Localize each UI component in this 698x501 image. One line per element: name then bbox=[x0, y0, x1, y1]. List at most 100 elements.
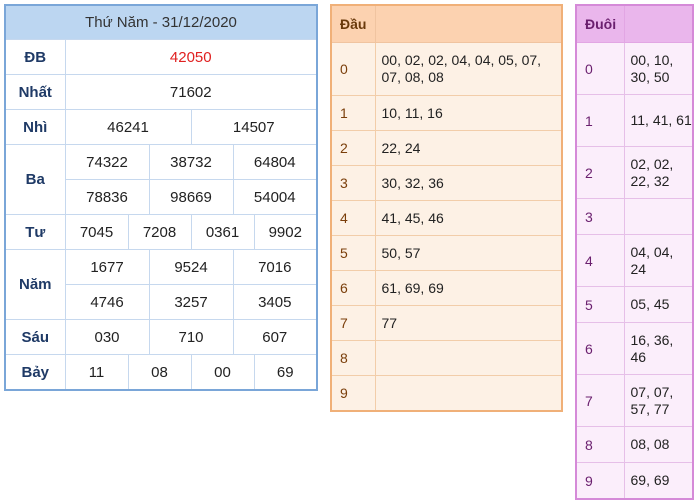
duoi-row: 9 69, 69 bbox=[575, 462, 694, 500]
prize-number: 54004 bbox=[232, 179, 318, 215]
dau-key: 2 bbox=[330, 130, 376, 166]
prize-label: Nhì bbox=[4, 109, 66, 145]
duoi-row: 8 08, 08 bbox=[575, 426, 694, 463]
prize-label: Sáu bbox=[4, 319, 66, 355]
dau-values: 30, 32, 36 bbox=[374, 165, 563, 201]
dau-key: 3 bbox=[330, 165, 376, 201]
duoi-values: 00, 10, 30, 50 bbox=[623, 42, 694, 95]
prize-number: 42050 bbox=[64, 39, 318, 75]
duoi-key: 4 bbox=[575, 234, 625, 287]
duoi-values: 07, 07, 57, 77 bbox=[623, 374, 694, 427]
dau-values bbox=[374, 340, 563, 376]
dau-key: 7 bbox=[330, 305, 376, 341]
dau-values: 10, 11, 16 bbox=[374, 95, 563, 131]
prize-number: 607 bbox=[232, 319, 318, 355]
dau-row: 9 bbox=[330, 375, 563, 412]
duoi-values: 16, 36, 46 bbox=[623, 322, 694, 375]
prize-number: 64804 bbox=[232, 144, 318, 180]
prize-number: 3405 bbox=[232, 284, 318, 320]
duoi-row: 4 04, 04, 24 bbox=[575, 234, 694, 287]
dau-row: 6 61, 69, 69 bbox=[330, 270, 563, 306]
prize-nhat-row: Nhất 71602 bbox=[4, 74, 318, 110]
duoi-key: 5 bbox=[575, 286, 625, 323]
duoi-values: 69, 69 bbox=[623, 462, 694, 500]
duoi-row: 5 05, 45 bbox=[575, 286, 694, 323]
dau-row: 3 30, 32, 36 bbox=[330, 165, 563, 201]
duoi-key: 3 bbox=[575, 198, 625, 235]
prize-number: 98669 bbox=[148, 179, 234, 215]
prize-nam-row: Năm 1677 9524 7016 bbox=[4, 249, 318, 320]
duoi-values: 08, 08 bbox=[623, 426, 694, 463]
dau-table: Đầu 0 00, 02, 02, 04, 04, 05, 07, 07, 08… bbox=[330, 4, 563, 412]
prize-label: Tư bbox=[4, 214, 66, 250]
prize-label: Nhất bbox=[4, 74, 66, 110]
dau-key: 9 bbox=[330, 375, 376, 412]
prize-number: 46241 bbox=[64, 109, 192, 145]
prize-number: 38732 bbox=[148, 144, 234, 180]
duoi-values bbox=[623, 198, 694, 235]
prize-number: 3257 bbox=[148, 284, 234, 320]
dau-values: 61, 69, 69 bbox=[374, 270, 563, 306]
dau-row: 1 10, 11, 16 bbox=[330, 95, 563, 131]
prize-ba-row: Ba 74322 38732 64804 bbox=[4, 144, 318, 215]
dau-values: 77 bbox=[374, 305, 563, 341]
dau-row: 0 00, 02, 02, 04, 04, 05, 07, 07, 08, 08 bbox=[330, 42, 563, 96]
prize-label: Bảy bbox=[4, 354, 66, 391]
duoi-key: 2 bbox=[575, 146, 625, 199]
prize-number: 7208 bbox=[127, 214, 192, 250]
dau-key: 0 bbox=[330, 42, 376, 96]
dau-key: 8 bbox=[330, 340, 376, 376]
dau-row: 7 77 bbox=[330, 305, 563, 341]
prize-number: 9524 bbox=[148, 249, 234, 285]
dau-values: 00, 02, 02, 04, 04, 05, 07, 07, 08, 08 bbox=[374, 42, 563, 96]
prize-number: 710 bbox=[148, 319, 234, 355]
prize-bay-row: Bảy 11 08 00 69 bbox=[4, 354, 318, 391]
dau-values bbox=[374, 375, 563, 412]
duoi-key: 8 bbox=[575, 426, 625, 463]
prize-number: 0361 bbox=[190, 214, 255, 250]
prize-number: 69 bbox=[253, 354, 318, 391]
dau-key: 1 bbox=[330, 95, 376, 131]
duoi-values: 04, 04, 24 bbox=[623, 234, 694, 287]
results-title: Thứ Năm - 31/12/2020 bbox=[4, 4, 318, 40]
dau-row: 2 22, 24 bbox=[330, 130, 563, 166]
prize-label: Ba bbox=[4, 144, 66, 215]
prize-label: ĐB bbox=[4, 39, 66, 75]
duoi-header-values bbox=[623, 4, 694, 43]
dau-header: Đầu bbox=[330, 4, 376, 43]
prize-number: 9902 bbox=[253, 214, 318, 250]
duoi-values: 05, 45 bbox=[623, 286, 694, 323]
dau-values: 41, 45, 46 bbox=[374, 200, 563, 236]
prize-nhi-row: Nhì 46241 14507 bbox=[4, 109, 318, 145]
duoi-row: 7 07, 07, 57, 77 bbox=[575, 374, 694, 427]
prize-sau-row: Sáu 030 710 607 bbox=[4, 319, 318, 355]
prize-number: 4746 bbox=[64, 284, 150, 320]
duoi-key: 0 bbox=[575, 42, 625, 95]
results-table: Thứ Năm - 31/12/2020 ĐB 42050 Nhất 71602… bbox=[4, 4, 318, 391]
duoi-values: 02, 02, 22, 32 bbox=[623, 146, 694, 199]
prize-number: 00 bbox=[190, 354, 255, 391]
dau-row: 8 bbox=[330, 340, 563, 376]
prize-label: Năm bbox=[4, 249, 66, 320]
duoi-row: 3 bbox=[575, 198, 694, 235]
dau-row: 5 50, 57 bbox=[330, 235, 563, 271]
prize-tu-row: Tư 7045 7208 0361 9902 bbox=[4, 214, 318, 250]
duoi-table: Đuôi 0 00, 10, 30, 50 1 11, 41, 61 2 02,… bbox=[575, 4, 694, 500]
prize-number: 11 bbox=[64, 354, 129, 391]
duoi-row: 1 11, 41, 61 bbox=[575, 94, 694, 147]
dau-header-values bbox=[374, 4, 563, 43]
duoi-key: 9 bbox=[575, 462, 625, 500]
duoi-row: 2 02, 02, 22, 32 bbox=[575, 146, 694, 199]
duoi-key: 7 bbox=[575, 374, 625, 427]
prize-number: 74322 bbox=[64, 144, 150, 180]
duoi-header: Đuôi bbox=[575, 4, 625, 43]
prize-number: 7045 bbox=[64, 214, 129, 250]
duoi-key: 1 bbox=[575, 94, 625, 147]
duoi-row: 0 00, 10, 30, 50 bbox=[575, 42, 694, 95]
dau-key: 4 bbox=[330, 200, 376, 236]
prize-number: 78836 bbox=[64, 179, 150, 215]
dau-key: 5 bbox=[330, 235, 376, 271]
prize-number: 1677 bbox=[64, 249, 150, 285]
dau-values: 22, 24 bbox=[374, 130, 563, 166]
prize-number: 7016 bbox=[232, 249, 318, 285]
